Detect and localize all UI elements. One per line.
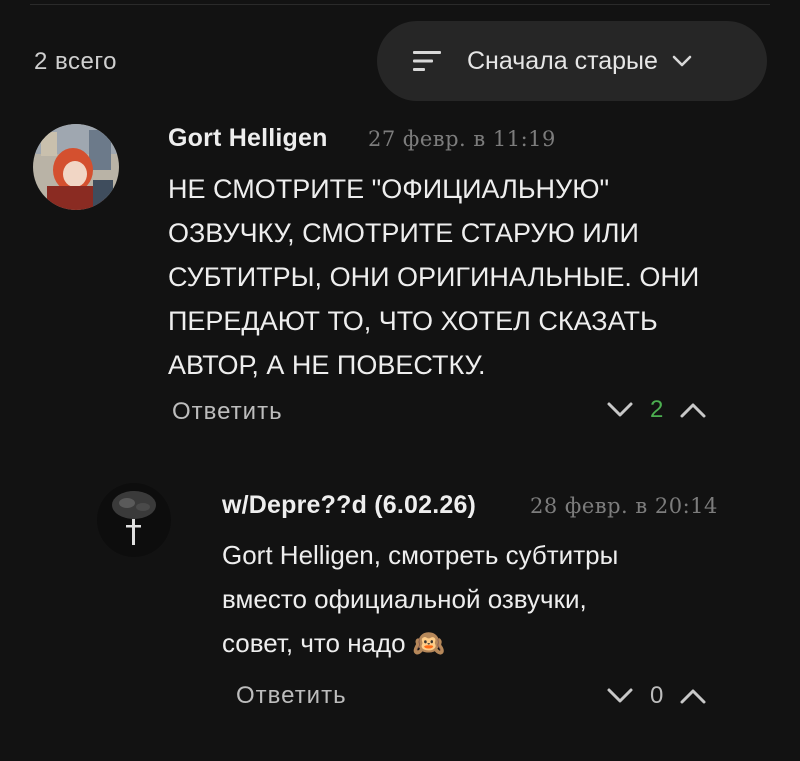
comment-date: 27 февр. в 11:19 [368, 127, 556, 151]
comment-text: НЕ СМОТРИТЕ "ОФИЦИАЛЬНУЮ" ОЗВУЧКУ, СМОТР… [168, 167, 699, 387]
upvote-icon[interactable] [679, 399, 707, 421]
sort-lines-icon [413, 51, 441, 71]
comment-line: АВТОР, А НЕ ПОВЕСТКУ. [168, 350, 486, 380]
comment-line: ПЕРЕДАЮТ ТО, ЧТО ХОТЕЛ СКАЗАТЬ [168, 306, 658, 336]
downvote-icon[interactable] [606, 685, 634, 707]
vote-controls: 0 [606, 682, 707, 710]
comment-date: 28 февр. в 20:14 [530, 494, 718, 518]
comment-line: СУБТИТРЫ, ОНИ ОРИГИНАЛЬНЫЕ. ОНИ [168, 262, 700, 292]
sort-button[interactable]: Сначала старые [377, 21, 767, 101]
comment-line: вместо официальной озвучки, [222, 584, 587, 614]
reply-button[interactable]: Ответить [236, 682, 347, 710]
comment-line: совет, что надо 🙉 [222, 628, 446, 658]
avatar[interactable] [97, 483, 171, 557]
vote-count: 2 [650, 396, 664, 423]
vote-controls: 2 [606, 396, 707, 424]
comment-total: 2 всего [34, 48, 117, 75]
comment-author[interactable]: w/Depre??d (6.02.26) [222, 491, 476, 520]
top-divider [30, 4, 770, 5]
comment-line: ОЗВУЧКУ, СМОТРИТЕ СТАРУЮ ИЛИ [168, 218, 639, 248]
avatar[interactable] [33, 124, 119, 210]
comment-line: НЕ СМОТРИТЕ "ОФИЦИАЛЬНУЮ" [168, 174, 610, 204]
upvote-icon[interactable] [679, 685, 707, 707]
downvote-icon[interactable] [606, 399, 634, 421]
reply-button[interactable]: Ответить [172, 398, 283, 426]
vote-count: 0 [650, 682, 664, 709]
sort-label: Сначала старые [467, 46, 658, 75]
comment-line: Gort Helligen, смотреть субтитры [222, 540, 619, 570]
chevron-down-icon [672, 55, 692, 67]
comment-author[interactable]: Gort Helligen [168, 124, 328, 153]
comment-text: Gort Helligen, смотреть субтитры вместо … [222, 533, 618, 665]
